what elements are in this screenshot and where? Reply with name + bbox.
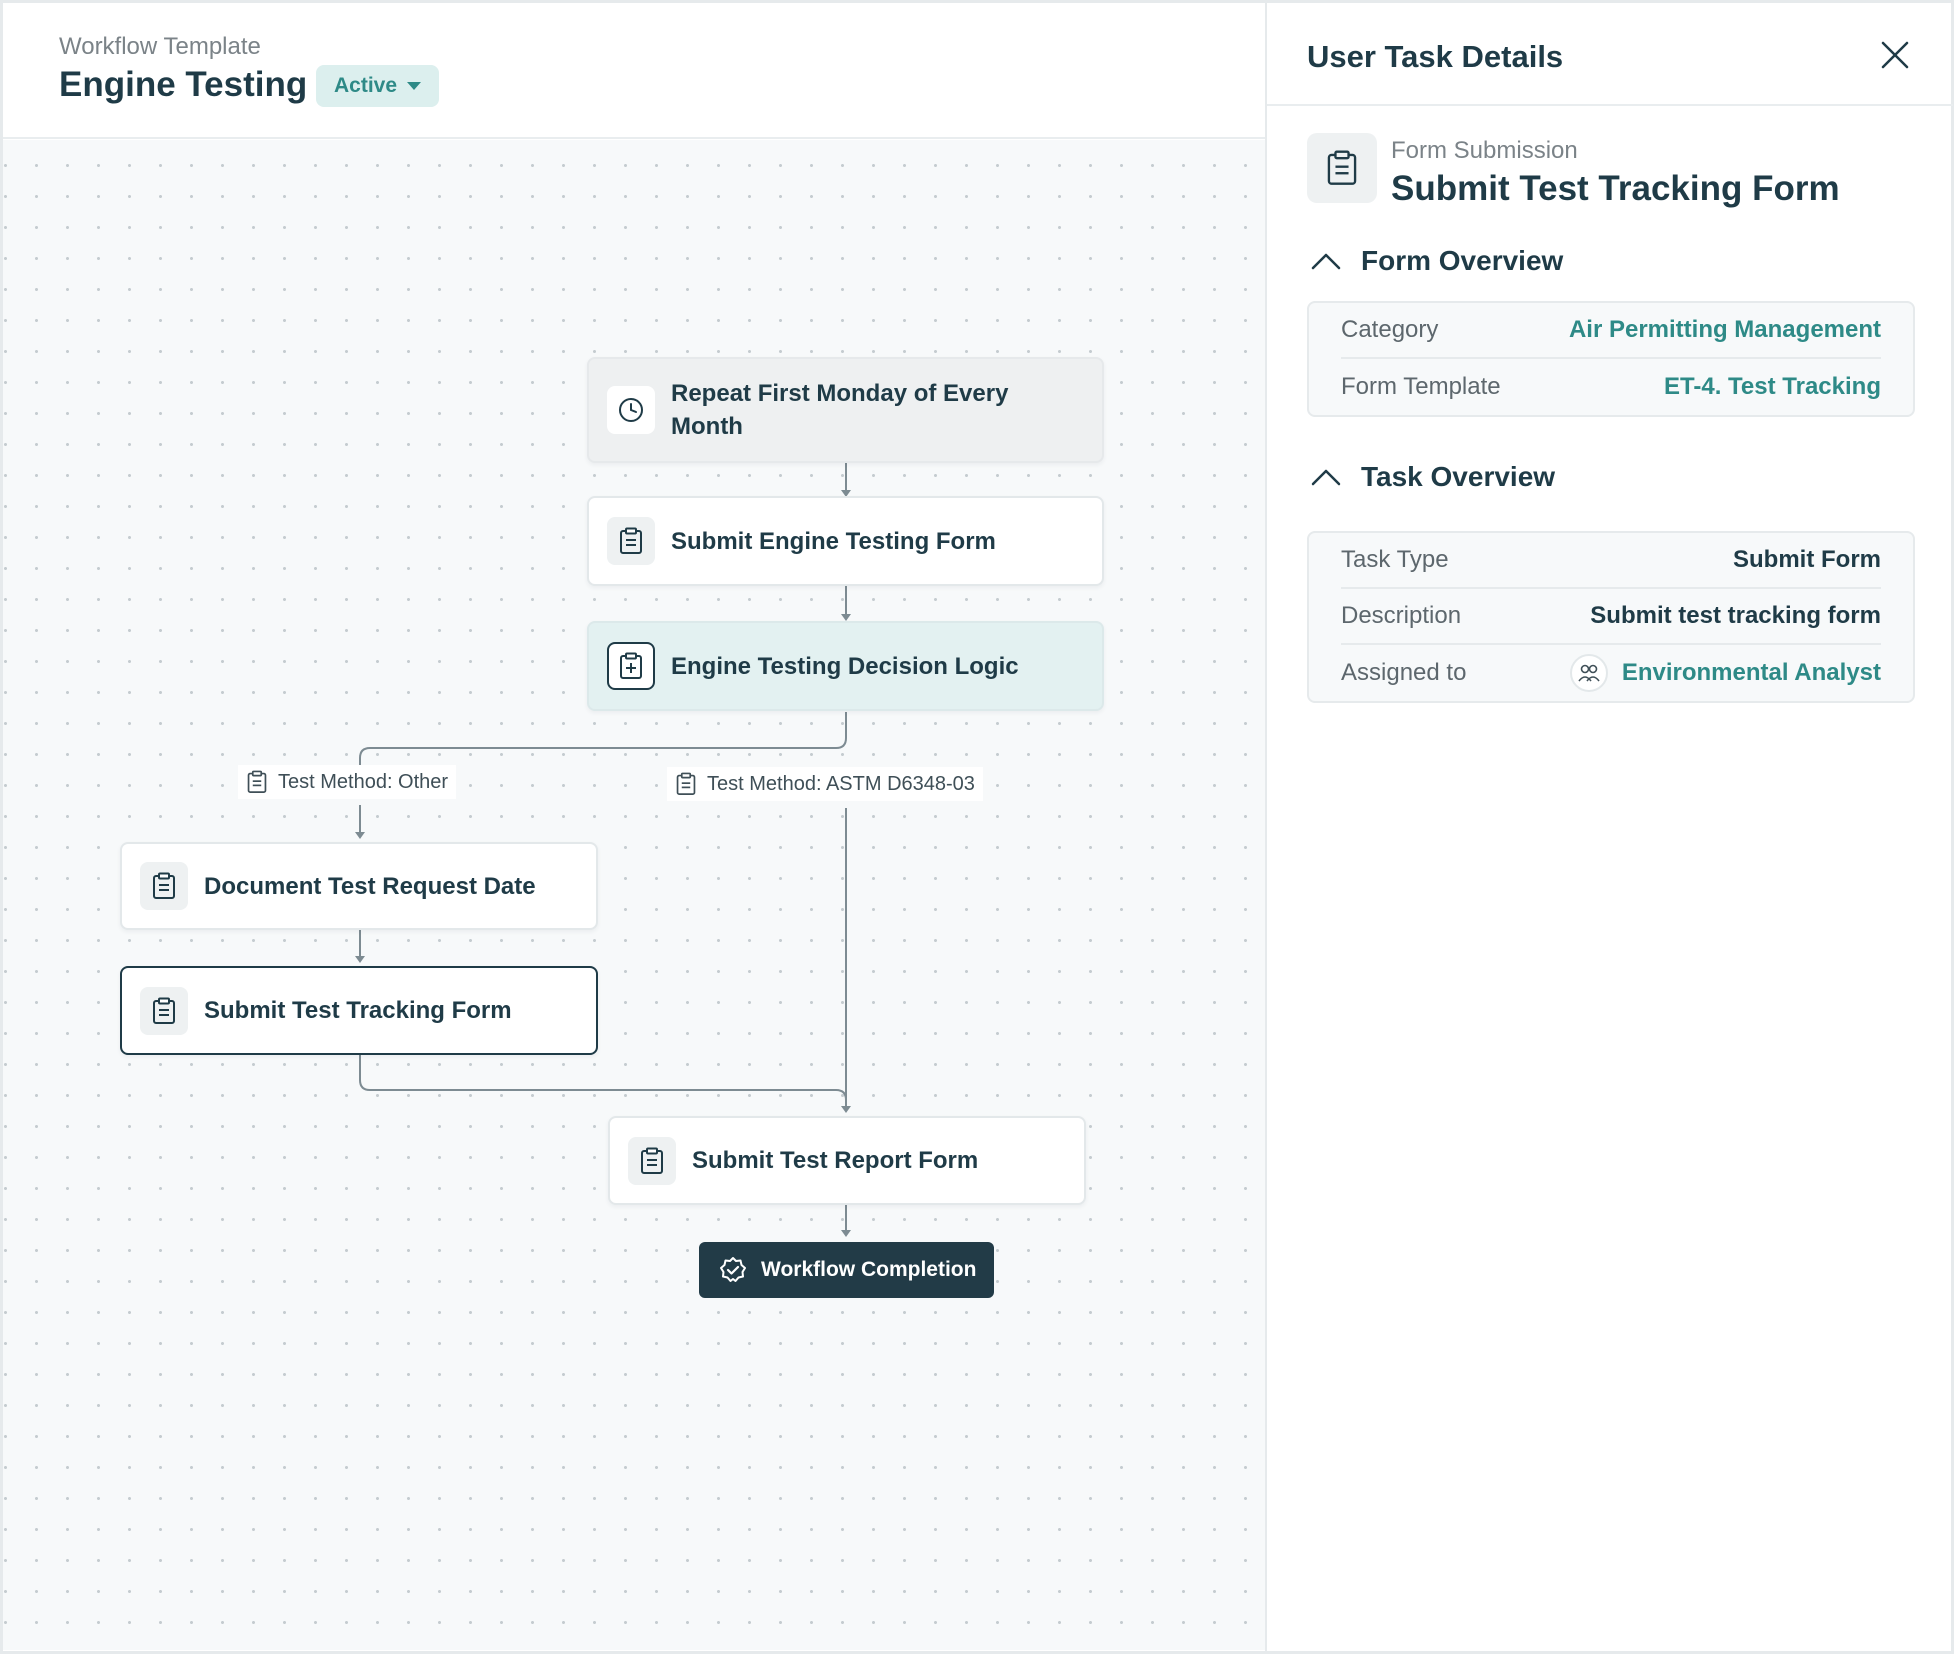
- node-decision[interactable]: Engine Testing Decision Logic: [587, 621, 1104, 711]
- task-overview-card: Task Type Submit Form Description Submit…: [1307, 531, 1915, 703]
- node-engine-form[interactable]: Submit Engine Testing Form: [587, 496, 1104, 586]
- detail-row: Category Air Permitting Management: [1341, 303, 1881, 359]
- assignee-link: Environmental Analyst: [1621, 659, 1881, 686]
- panel-title: User Task Details: [1307, 39, 1564, 74]
- user-task-details-panel: User Task Details Form Submission Submit…: [1265, 3, 1953, 1651]
- branch-label-astm: Test Method: ASTM D6348-03: [667, 767, 983, 801]
- status-label: Active: [334, 74, 398, 97]
- node-label: Submit Test Tracking Form: [204, 997, 512, 1024]
- branch-label-text: Test Method: ASTM D6348-03: [707, 772, 975, 795]
- task-overview-toggle[interactable]: Task Overview: [1311, 461, 1555, 493]
- node-label: Submit Test Report Form: [692, 1147, 979, 1174]
- detail-key: Task Type: [1341, 546, 1449, 573]
- node-label: Document Test Request Date: [204, 872, 536, 900]
- status-dropdown[interactable]: Active: [316, 65, 440, 107]
- detail-key: Category: [1341, 316, 1439, 343]
- detail-row: Description Submit test tracking form: [1341, 589, 1881, 645]
- decision-icon: [607, 642, 655, 690]
- form-overview-card: Category Air Permitting Management Form …: [1307, 301, 1915, 417]
- form-type-label: Form Submission: [1391, 137, 1578, 164]
- clipboard-icon: [247, 770, 267, 794]
- assignee[interactable]: Environmental Analyst: [1569, 654, 1881, 692]
- form-template-link[interactable]: ET-4. Test Tracking: [1664, 373, 1881, 401]
- clipboard-icon: [140, 986, 188, 1035]
- branch-label-other: Test Method: Other: [238, 765, 457, 799]
- form-title: Submit Test Tracking Form: [1391, 169, 1840, 208]
- chevron-up-icon: [1311, 253, 1341, 270]
- clipboard-icon: [140, 862, 188, 910]
- page-title: Engine Testing: [59, 65, 308, 104]
- clipboard-icon: [676, 772, 696, 796]
- detail-key: Assigned to: [1341, 659, 1467, 686]
- clock-icon: [607, 386, 655, 434]
- detail-key: Description: [1341, 602, 1462, 629]
- clipboard-icon: [628, 1136, 676, 1185]
- page-subtitle: Workflow Template: [59, 33, 261, 60]
- section-heading: Form Overview: [1361, 245, 1564, 276]
- caret-down-icon: [407, 82, 422, 90]
- category-link[interactable]: Air Permitting Management: [1569, 316, 1881, 344]
- close-icon[interactable]: [1879, 39, 1911, 71]
- node-label: Repeat First Monday of Every Month: [671, 380, 1009, 440]
- node-tracking-form[interactable]: Submit Test Tracking Form: [120, 966, 598, 1055]
- node-report-form[interactable]: Submit Test Report Form: [608, 1116, 1086, 1205]
- clipboard-icon: [1307, 133, 1377, 203]
- completion-label: Workflow Completion: [761, 1258, 977, 1281]
- users-icon: [1569, 654, 1608, 692]
- detail-row: Assigned to Environmental Analyst: [1341, 645, 1881, 701]
- node-label: Engine Testing Decision Logic: [671, 652, 1019, 680]
- detail-row: Task Type Submit Form: [1341, 533, 1881, 589]
- detail-value: Submit test tracking form: [1590, 602, 1881, 629]
- clipboard-icon: [607, 517, 655, 565]
- detail-value: Submit Form: [1733, 546, 1881, 573]
- workflow-completion-node[interactable]: Workflow Completion: [699, 1242, 994, 1298]
- detail-key: Form Template: [1341, 373, 1501, 400]
- workflow-header: Workflow Template Engine Testing Active: [3, 3, 1265, 139]
- chevron-up-icon: [1311, 469, 1341, 486]
- panel-header: User Task Details: [1267, 3, 1953, 106]
- section-heading: Task Overview: [1361, 461, 1556, 492]
- form-overview-toggle[interactable]: Form Overview: [1311, 245, 1563, 277]
- node-request-date[interactable]: Document Test Request Date: [120, 842, 598, 930]
- branch-label-text: Test Method: Other: [278, 770, 449, 793]
- node-label: Submit Engine Testing Form: [671, 527, 996, 555]
- check-badge-icon: [719, 1256, 747, 1284]
- node-trigger[interactable]: Repeat First Monday of Every Month: [587, 357, 1104, 463]
- detail-row: Form Template ET-4. Test Tracking: [1341, 359, 1881, 415]
